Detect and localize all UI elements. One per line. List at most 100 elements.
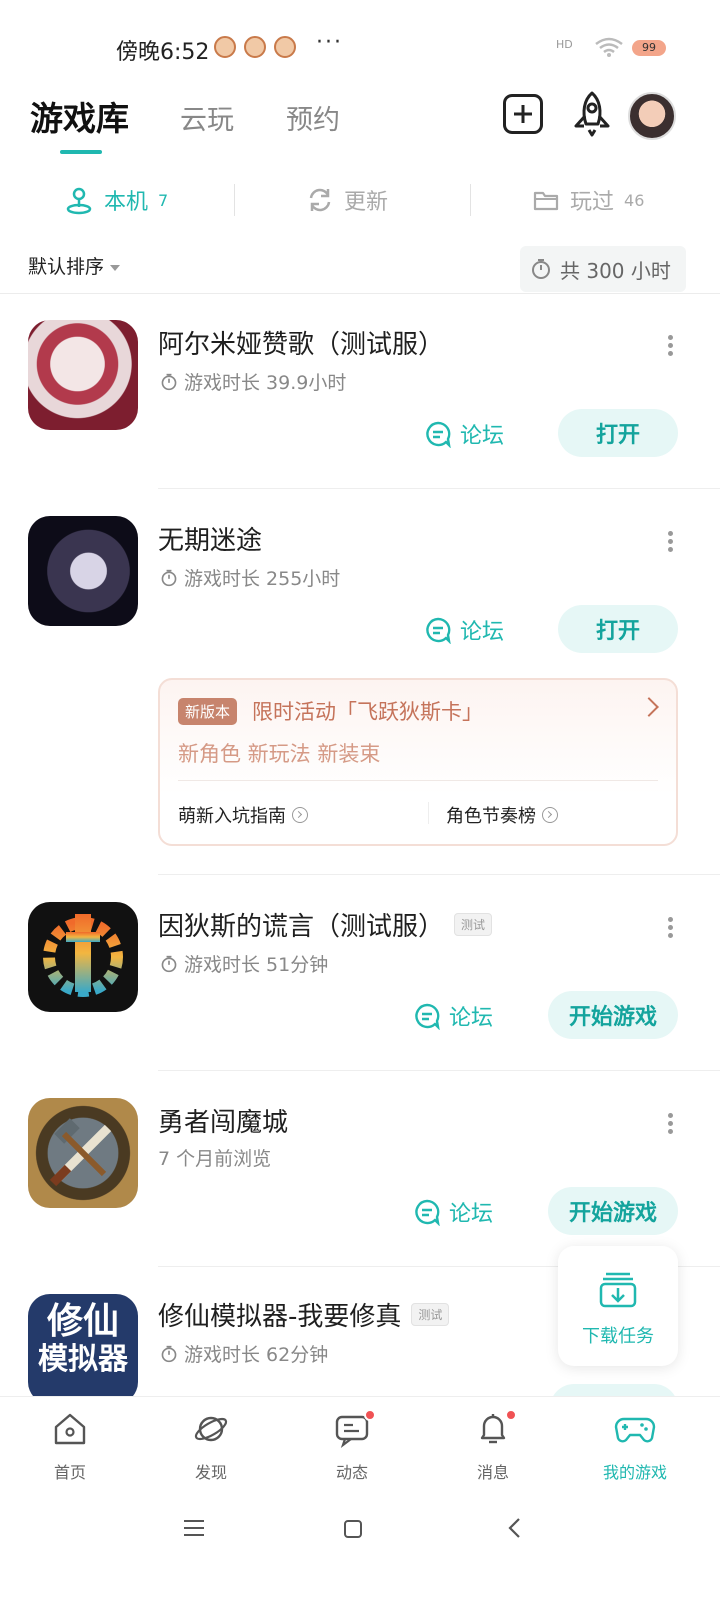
timer-icon [161,373,177,390]
forum-button[interactable]: 论坛 [413,1000,493,1032]
forum-button[interactable]: 论坛 [424,614,504,646]
planet-icon [194,1416,228,1442]
forum-icon [415,1199,440,1226]
game-playtime: 游戏时长 255小时 [160,564,340,591]
game-icon[interactable] [28,1098,138,1208]
game-icon[interactable]: 修仙 模拟器 [28,1294,138,1396]
status-time: 傍晚6:52 [116,40,210,65]
nav-discover[interactable]: 发现 [161,1407,261,1483]
game-title[interactable]: 修仙模拟器-我要修真 测试 [158,1296,450,1333]
game-last-viewed: 7 个月前浏览 [158,1144,271,1171]
open-button[interactable]: 打开 [558,605,678,653]
game-title[interactable]: 无期迷途 [158,520,262,557]
forum-label: 论坛 [460,424,505,449]
nav-label: 消息 [476,1463,509,1482]
battery-icon: 99 [632,40,666,56]
user-avatar[interactable] [628,92,676,140]
forum-icon [415,1003,440,1030]
divider [234,184,235,216]
tab-game-library[interactable]: 游戏库 [30,92,129,140]
icon-text: 模拟器 [38,1342,128,1377]
rocket-icon[interactable] [570,90,614,138]
start-game-button[interactable]: 开始游戏 [548,991,678,1039]
event-link-guide[interactable]: 萌新入坑指南 [178,802,308,828]
nav-label: 首页 [53,1463,86,1482]
subtab-label: 本机 [104,190,149,215]
back-icon[interactable] [506,1516,524,1540]
more-options-icon[interactable] [668,332,676,359]
game-playtime: 游戏时长 39.9小时 [160,368,346,395]
game-title[interactable]: 勇者闯魔城 [158,1102,288,1139]
sort-row: 默认排序 共 300 小时 [0,246,720,294]
forum-button[interactable]: 论坛 [413,1196,493,1228]
divider [428,802,429,824]
playtime-text: 游戏时长 62分钟 [184,1344,329,1366]
circle-arrow-icon [292,807,308,823]
forum-button[interactable]: 论坛 [424,418,504,450]
event-card[interactable]: 新版本 限时活动「飞跃狄斯卡」 新角色 新玩法 新装束 萌新入坑指南 角色节奏榜 [158,678,678,846]
download-tasks-button[interactable]: 下载任务 [558,1246,678,1366]
subtab-label: 更新 [344,190,389,215]
nav-home[interactable]: 首页 [20,1407,120,1483]
partial-action-button[interactable] [550,1384,678,1396]
test-tag: 测试 [411,1303,450,1326]
subtab-local[interactable]: 本机 7 [64,184,168,216]
add-game-button[interactable] [503,94,543,134]
sort-dropdown[interactable]: 默认排序 [28,252,121,279]
sort-label: 默认排序 [28,256,105,278]
test-tag: 测试 [454,913,493,936]
more-options-icon[interactable] [668,1110,676,1137]
gear-sword-logo [43,914,123,997]
subtab-update[interactable]: 更新 [306,184,388,216]
subtab-played[interactable]: 玩过 46 [532,184,644,216]
nav-label: 动态 [335,1463,368,1482]
playtime-text: 游戏时长 39.9小时 [184,372,347,394]
tab-cloud-play[interactable]: 云玩 [180,98,234,137]
more-options-icon[interactable] [668,528,676,555]
tab-reservation[interactable]: 预约 [286,98,340,137]
event-link-ranking[interactable]: 角色节奏榜 [446,802,558,828]
notification-icon [214,36,236,58]
divider [178,780,658,781]
total-playtime-text: 共 300 小时 [560,258,671,283]
nav-my-games[interactable]: 我的游戏 [585,1407,685,1483]
divider [158,1070,720,1071]
subtab-label: 玩过 [570,190,615,215]
divider [158,488,720,489]
circle-arrow-icon [542,807,558,823]
timer-icon [161,1345,177,1362]
nav-feed[interactable]: 动态 [302,1407,402,1483]
start-game-button[interactable]: 开始游戏 [548,1187,678,1235]
game-title-text: 修仙模拟器-我要修真 [158,1302,402,1332]
game-icon[interactable] [28,320,138,430]
game-title-text: 因狄斯的谎言（测试服） [158,912,445,942]
game-title-text: 阿尔米娅赞歌（测试服） [158,330,445,360]
home-square-icon[interactable] [342,1518,364,1540]
menu-icon[interactable] [182,1518,206,1538]
forum-label: 论坛 [449,1202,494,1227]
game-icon[interactable] [28,902,138,1012]
wifi-icon [595,37,623,57]
download-tasks-label: 下载任务 [582,1326,654,1347]
nav-messages[interactable]: 消息 [443,1407,543,1483]
game-title-text: 无期迷途 [158,526,263,556]
game-icon[interactable] [28,516,138,626]
open-button[interactable]: 打开 [558,409,678,457]
unread-dot [505,1409,517,1421]
hammer-sword-logo [49,1118,112,1187]
notification-icon [274,36,296,58]
timer-icon [532,259,550,279]
game-playtime: 游戏时长 51分钟 [160,950,328,977]
dropdown-arrow-icon [110,264,121,271]
gamepad-icon [614,1417,656,1443]
bottom-navigation: 首页 发现 动态 消息 我的游戏 [0,1396,720,1488]
timer-icon [161,955,177,972]
nav-label: 我的游戏 [602,1463,667,1482]
game-playtime: 游戏时长 62分钟 [160,1340,328,1367]
game-title[interactable]: 因狄斯的谎言（测试服） 测试 [158,906,493,943]
more-options-icon[interactable] [668,914,676,941]
game-title[interactable]: 阿尔米娅赞歌（测试服） [158,324,444,361]
more-notifications-icon: ··· [316,30,343,55]
divider [158,874,720,875]
playtime-text: 游戏时长 255小时 [184,568,341,590]
